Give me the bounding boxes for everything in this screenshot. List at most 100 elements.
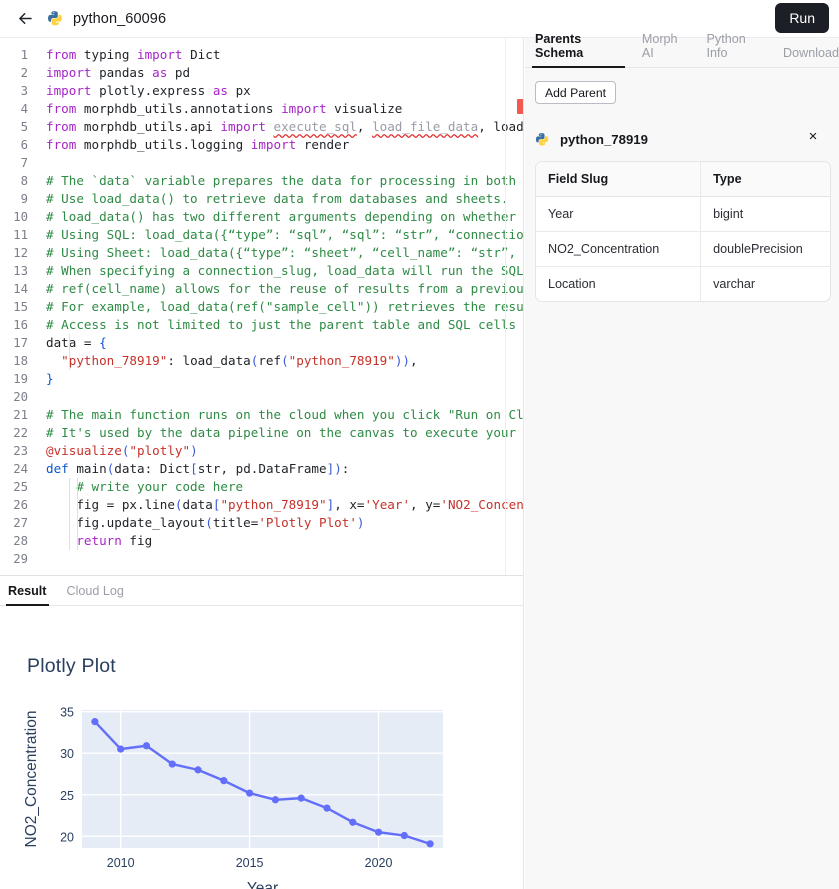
code-line[interactable]: 23 @visualize("plotly") — [0, 442, 523, 460]
code-line[interactable]: 26 fig = px.line(data["python_78919"], x… — [0, 496, 523, 514]
code-line[interactable]: 16 # Access is not limited to just the pa… — [0, 316, 523, 334]
code-line[interactable]: 18 "python_78919": load_data(ref("python… — [0, 352, 523, 370]
code-text: # ref(cell_name) allows for the reuse of… — [46, 281, 523, 296]
cell-field-slug: NO2_Concentration — [536, 231, 702, 267]
line-number: 27 — [13, 516, 28, 530]
left-column: 1 from typing import Dict 2 import pandas a… — [0, 38, 524, 889]
line-number: 11 — [13, 228, 28, 242]
code-text: import plotly.express as px — [46, 83, 251, 98]
code-text: from typing import Dict — [46, 47, 221, 62]
data-point — [142, 742, 151, 750]
code-line[interactable]: 17 data = { — [0, 334, 523, 352]
tab-morph-ai[interactable]: Morph AI — [642, 32, 687, 67]
tab-result[interactable]: Result — [6, 584, 48, 606]
code-line[interactable]: 27 fig.update_layout(title='Plotly Plot'… — [0, 514, 523, 532]
line-number: 22 — [13, 426, 28, 440]
editor-horizontal-scrollbar[interactable] — [0, 570, 505, 574]
tab-python-info[interactable]: Python Info — [707, 32, 763, 67]
code-line[interactable]: 5 from morphdb_utils.api import execute_s… — [0, 118, 523, 136]
editor-right-rule — [505, 38, 506, 576]
code-line[interactable]: 19} — [0, 370, 523, 388]
data-point — [91, 718, 99, 726]
code-line[interactable]: 4 from morphdb_utils.annotations import v… — [0, 100, 523, 118]
line-number: 1 — [20, 48, 28, 62]
code-text: data = { — [46, 335, 107, 350]
code-text: # load_data() has two different argument… — [46, 209, 523, 224]
line-number: 13 — [13, 264, 28, 278]
line-number: 10 — [13, 210, 28, 224]
code-line[interactable]: 1 from typing import Dict — [0, 46, 523, 64]
cell-field-slug: Location — [536, 266, 702, 301]
cell-type: doublePrecision — [700, 231, 830, 267]
code-line[interactable]: 25 # write your code here — [0, 478, 523, 496]
close-icon[interactable]: × — [805, 128, 821, 144]
code-line[interactable]: 12 # Using Sheet: load_data({“type”: “she… — [0, 244, 523, 262]
x-tick-label: 2015 — [236, 856, 264, 870]
code-editor[interactable]: 1 from typing import Dict 2 import pandas a… — [0, 38, 523, 576]
code-line[interactable]: 14 # ref(cell_name) allows for the reuse … — [0, 280, 523, 298]
line-number: 7 — [20, 156, 28, 170]
schema-table: Field Slug Type Year bigint NO2_Concentrat… — [535, 161, 831, 302]
result-body: Plotly Plot 20 25 30 35 2010 2015 2020 Year NO2_… — [0, 607, 523, 889]
add-parent-button[interactable]: Add Parent — [535, 81, 616, 104]
code-text: from morphdb_utils.annotations import vi… — [46, 101, 403, 116]
arrow-left-icon[interactable] — [13, 7, 37, 31]
indent-guide — [69, 334, 70, 370]
tab-cloud-log[interactable]: Cloud Log — [67, 584, 124, 605]
line-number: 2 — [20, 66, 28, 80]
cell-type: varchar — [713, 277, 756, 291]
code-line[interactable]: 10 # load_data() has two different argume… — [0, 208, 523, 226]
run-button[interactable]: Run — [775, 3, 829, 33]
data-point — [323, 804, 331, 812]
tab-download[interactable]: Download — [783, 46, 839, 67]
line-number: 3 — [20, 84, 28, 98]
y-tick-label: 25 — [60, 789, 74, 803]
code-line[interactable]: 6 from morphdb_utils.logging import rende… — [0, 136, 523, 154]
code-text: return fig — [76, 533, 153, 548]
code-text: } — [46, 371, 54, 386]
code-line[interactable]: 15 # For example, load_data(ref("sample_c… — [0, 298, 523, 316]
code-text: fig.update_layout(title='Plotly Plot') — [46, 515, 365, 530]
code-line[interactable]: 20 — [0, 388, 523, 406]
line-number: 9 — [20, 192, 28, 206]
cell-field-slug: Year — [536, 196, 702, 232]
line-number: 17 — [13, 336, 28, 350]
code-line[interactable]: 24 def main(data: Dict[str, pd.DataFrame]… — [0, 460, 523, 478]
code-text: # write your code here — [46, 479, 244, 494]
code-line[interactable]: 13 # When specifying a connection_slug, l… — [0, 262, 523, 280]
line-number: 14 — [13, 282, 28, 296]
line-number: 23 — [13, 444, 28, 458]
code-text: @visualize("plotly") — [46, 443, 198, 458]
code-text: # For example, load_data(ref("sample_cel… — [46, 299, 523, 314]
data-point — [400, 831, 408, 840]
data-point — [117, 745, 125, 753]
code-line[interactable]: 29 — [0, 550, 523, 568]
code-line[interactable]: 7 — [0, 154, 523, 172]
code-text: # Use load_data() to retrieve data from … — [46, 191, 509, 206]
parent-name: python_78919 — [560, 131, 648, 147]
code-line[interactable]: 3 import plotly.express as px — [0, 82, 523, 100]
line-number: 20 — [13, 390, 28, 404]
x-tick-label: 2020 — [365, 856, 393, 870]
code-text: from morphdb_utils.logging import render — [46, 137, 350, 152]
code-line[interactable]: 28 return fig — [0, 532, 523, 550]
code-line[interactable]: 11 # Using SQL: load_data({“type”: “sql”,… — [0, 226, 523, 244]
line-number: 28 — [13, 534, 28, 548]
code-text: "python_78919": load_data(ref("python_78… — [61, 353, 418, 368]
code-line[interactable]: 21 # The main function runs on the cloud … — [0, 406, 523, 424]
code-line[interactable]: 8 # The `data` variable prepares the data… — [0, 172, 523, 190]
code-line[interactable]: 2 import pandas as pd — [0, 64, 523, 82]
line-number: 8 — [20, 174, 28, 188]
code-line[interactable]: 22 # It's used by the data pipeline on th… — [0, 424, 523, 442]
indent-guide — [77, 478, 78, 550]
error-marker[interactable] — [517, 99, 523, 114]
code-text: def main(data: Dict[str, pd.DataFrame]): — [46, 461, 350, 476]
line-number: 24 — [13, 462, 28, 476]
tab-parents-schema[interactable]: Parents Schema — [532, 32, 625, 68]
x-tick-label: 2010 — [107, 856, 135, 870]
code-line[interactable]: 9 # Use load_data() to retrieve data from… — [0, 190, 523, 208]
y-tick-label: 30 — [60, 747, 74, 761]
